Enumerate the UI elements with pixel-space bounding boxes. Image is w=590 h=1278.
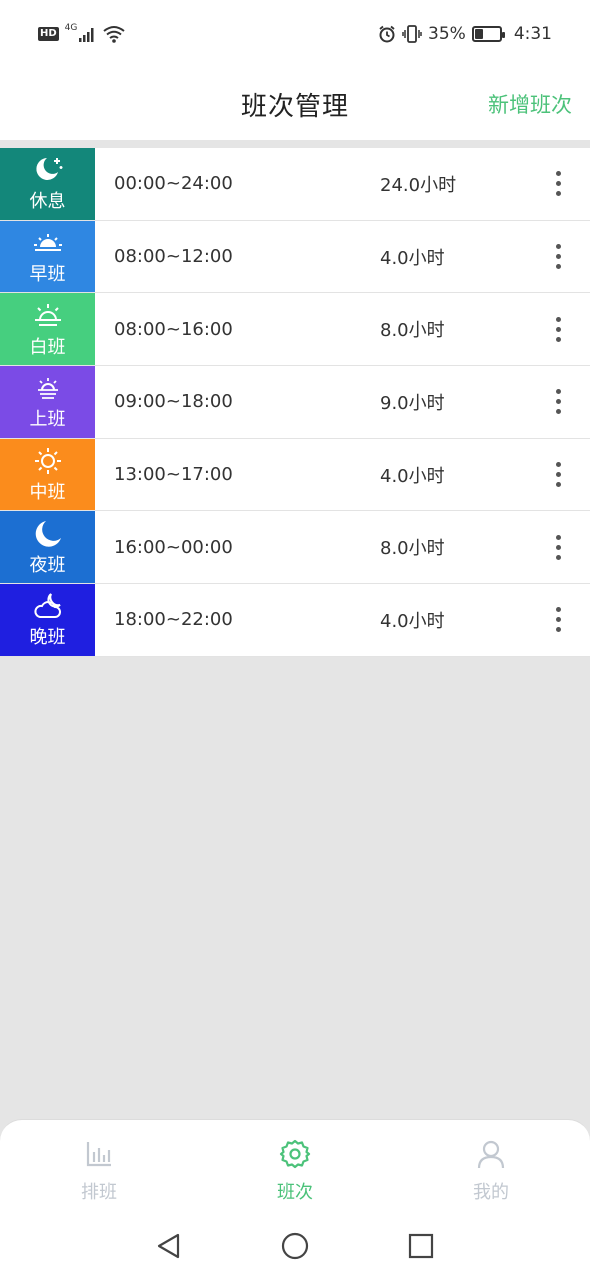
shift-list: 休息 00:00~24:00 24.0小时 早班 08:00~12:00 4.0… [0, 148, 590, 657]
moon-icon [31, 519, 65, 553]
shift-time: 08:00~12:00 [114, 246, 233, 268]
gear-icon [279, 1139, 311, 1169]
battery-fill [474, 29, 484, 39]
user-icon [477, 1140, 505, 1169]
more-options-icon[interactable] [546, 600, 570, 640]
alarm-icon [379, 25, 395, 43]
shift-time: 13:00~17:00 [114, 464, 233, 486]
shift-badge: 白班 [0, 293, 95, 366]
shift-name: 中班 [29, 482, 66, 504]
shift-row[interactable]: 早班 08:00~12:00 4.0小时 [0, 220, 590, 294]
tab-bar: 排班 班次 我的 [0, 1119, 590, 1278]
shift-row[interactable]: 夜班 16:00~00:00 8.0小时 [0, 511, 590, 585]
shift-time: 08:00~16:00 [114, 318, 233, 340]
shift-hours: 24.0小时 [380, 174, 457, 196]
shift-hours: 8.0小时 [380, 320, 445, 342]
signal-icon [79, 28, 94, 42]
add-shift-button[interactable]: 新增班次 [488, 89, 572, 119]
shift-hours: 4.0小时 [380, 247, 445, 269]
cloud-moon-icon [31, 591, 65, 625]
shift-badge: 休息 [0, 148, 95, 220]
shift-name: 白班 [29, 336, 66, 358]
shift-badge: 上班 [0, 366, 95, 438]
shift-name: 休息 [29, 191, 66, 213]
more-options-icon[interactable] [546, 309, 570, 349]
sunrise-icon [31, 228, 65, 262]
shift-row[interactable]: 白班 08:00~16:00 8.0小时 [0, 293, 590, 367]
more-options-icon[interactable] [546, 382, 570, 422]
system-nav-bar [0, 1219, 590, 1278]
shift-hours: 4.0小时 [380, 465, 445, 487]
battery-icon [471, 26, 505, 42]
app-header: 班次管理 新增班次 [0, 68, 590, 140]
shift-time: 16:00~00:00 [114, 536, 233, 558]
shift-row[interactable]: 中班 13:00~17:00 4.0小时 [0, 438, 590, 512]
status-right: 35% 4:31 [378, 24, 552, 44]
more-options-icon[interactable] [546, 237, 570, 277]
home-icon[interactable] [280, 1231, 310, 1261]
sun-icon [31, 446, 65, 480]
tab-profile[interactable]: 我的 [431, 1138, 551, 1204]
tab-label-profile: 我的 [473, 1182, 509, 1203]
battery-percent: 35% [428, 24, 466, 44]
tab-schedule[interactable]: 排班 [39, 1138, 159, 1204]
shift-badge: 中班 [0, 438, 95, 511]
more-options-icon[interactable] [546, 164, 570, 204]
more-options-icon[interactable] [546, 527, 570, 567]
tab-label-shifts: 班次 [277, 1182, 313, 1203]
wifi-icon [103, 26, 125, 43]
shift-name: 早班 [29, 264, 66, 286]
network-type: 4G [64, 23, 78, 33]
moon-star-icon [31, 155, 65, 189]
sun-low-icon [31, 373, 65, 407]
shift-name: 上班 [29, 409, 66, 431]
back-icon[interactable] [154, 1231, 184, 1261]
status-bar: HD 4G 35% 4:31 [0, 0, 590, 68]
shift-row[interactable]: 上班 09:00~18:00 9.0小时 [0, 366, 590, 439]
clock: 4:31 [513, 24, 552, 44]
status-left: HD 4G [38, 23, 125, 43]
shift-row[interactable]: 休息 00:00~24:00 24.0小时 [0, 148, 590, 221]
shift-badge: 早班 [0, 220, 95, 293]
shift-time: 09:00~18:00 [114, 391, 233, 413]
vibrate-icon [402, 25, 422, 43]
tab-shifts[interactable]: 班次 [235, 1138, 355, 1204]
sun-horizon-icon [31, 301, 65, 335]
shift-row[interactable]: 晚班 18:00~22:00 4.0小时 [0, 584, 590, 657]
shift-time: 18:00~22:00 [114, 609, 233, 631]
shift-time: 00:00~24:00 [114, 173, 233, 195]
tab-label-schedule: 排班 [81, 1182, 117, 1203]
shift-hours: 8.0小时 [380, 538, 445, 560]
more-options-icon[interactable] [546, 455, 570, 495]
shift-name: 晚班 [29, 627, 66, 649]
screen: HD 4G 35% 4:31 班次管理 新增班次 休息 00:00~24:00 … [0, 0, 590, 1278]
page-title: 班次管理 [240, 91, 349, 122]
shift-name: 夜班 [29, 554, 66, 576]
shift-badge: 晚班 [0, 584, 95, 656]
shift-badge: 夜班 [0, 511, 95, 584]
hd-badge: HD [38, 27, 59, 41]
shift-hours: 9.0小时 [380, 392, 445, 414]
bar-chart-icon [86, 1142, 111, 1167]
recents-icon[interactable] [406, 1231, 436, 1261]
shift-hours: 4.0小时 [380, 610, 445, 632]
